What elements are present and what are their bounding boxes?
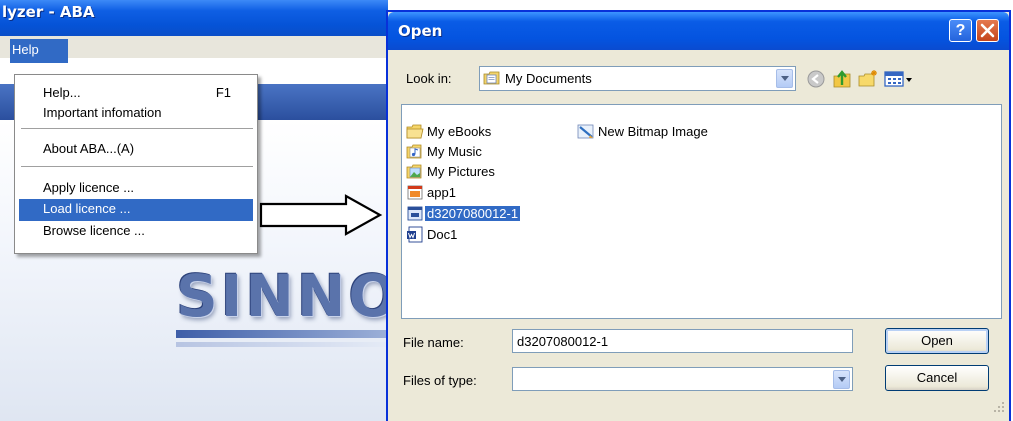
menu-item-label: Browse licence ...: [43, 223, 145, 238]
file-name-input[interactable]: d3207080012-1: [512, 329, 853, 353]
chevron-down-icon[interactable]: [776, 69, 793, 88]
files-of-type-label: Files of type:: [403, 373, 477, 388]
file-item-d3207080012-1[interactable]: d3207080012-1: [406, 204, 566, 224]
dialog-titlebar[interactable]: Open ?: [388, 12, 1009, 50]
file-item-my-ebooks[interactable]: My eBooks: [406, 122, 556, 142]
menu-separator: [21, 166, 253, 167]
menu-item-label: Load licence ...: [43, 201, 131, 216]
app-titlebar[interactable]: lyzer - ABA: [0, 0, 388, 36]
look-in-value: My Documents: [505, 71, 592, 86]
menu-item-label: About ABA...(A): [43, 141, 135, 156]
up-folder-icon[interactable]: [831, 68, 853, 90]
file-name: d3207080012-1: [425, 206, 521, 221]
file-name: My eBooks: [427, 124, 492, 139]
word-document-icon: [407, 226, 423, 243]
views-menu-icon[interactable]: [883, 68, 915, 90]
menu-item-browse-licence[interactable]: Browse licence ...: [19, 221, 253, 241]
folder-icon: [406, 124, 424, 139]
look-in-label: Look in:: [406, 71, 452, 86]
file-item-my-pictures[interactable]: My Pictures: [406, 162, 556, 182]
file-name: My Pictures: [427, 164, 495, 179]
sinno-logo: SINNO: [176, 262, 388, 330]
menu-item-help[interactable]: Help... F1: [19, 83, 253, 103]
menu-item-label: Help...: [43, 85, 81, 100]
open-file-dialog: Open ? Look in: My Documents My eBooks M…: [386, 10, 1011, 421]
file-item-app1[interactable]: app1: [406, 183, 556, 203]
logo-underline-shadow: [176, 342, 388, 347]
data-file-icon: [407, 206, 423, 221]
open-button[interactable]: Open: [885, 328, 989, 354]
file-name: New Bitmap Image: [598, 124, 708, 139]
close-icon: [980, 23, 995, 38]
help-menu-dropdown: Help... F1 Important infomation About AB…: [14, 74, 258, 254]
menu-item-load-licence[interactable]: Load licence ...: [19, 199, 253, 221]
close-button[interactable]: [976, 19, 999, 42]
app-title: lyzer - ABA: [2, 3, 95, 21]
look-in-dropdown[interactable]: My Documents: [479, 66, 796, 91]
menu-item-label: Apply licence ...: [43, 180, 135, 195]
menu-separator: [21, 128, 253, 129]
file-list[interactable]: My eBooks My Music My Pictures app1 d320…: [401, 104, 1002, 319]
music-folder-icon: [406, 144, 422, 159]
screenshot-canvas: lyzer - ABA Help SINNO Help... F1 Import…: [0, 0, 1013, 421]
menu-item-apply-licence[interactable]: Apply licence ...: [19, 178, 253, 198]
bitmap-image-icon: [577, 124, 594, 139]
pictures-folder-icon: [406, 164, 422, 179]
menu-item-label: Important infomation: [43, 105, 162, 120]
my-documents-icon: [483, 71, 500, 85]
file-item-doc1[interactable]: Doc1: [406, 225, 556, 245]
file-name-label: File name:: [403, 335, 464, 350]
help-button[interactable]: ?: [949, 19, 972, 42]
file-name: Doc1: [427, 227, 458, 242]
pointer-arrow-icon: [259, 194, 383, 236]
file-name: app1: [427, 185, 456, 200]
dialog-title: Open: [398, 22, 443, 40]
file-item-new-bitmap-image[interactable]: New Bitmap Image: [577, 122, 777, 142]
app-file-icon: [407, 185, 423, 200]
files-of-type-dropdown[interactable]: [512, 367, 853, 391]
file-item-my-music[interactable]: My Music: [406, 142, 556, 162]
menu-item-about[interactable]: About ABA...(A): [19, 139, 253, 159]
back-icon[interactable]: [805, 68, 827, 90]
menu-help[interactable]: Help: [10, 39, 68, 63]
file-name: My Music: [427, 144, 482, 159]
chevron-down-icon[interactable]: [833, 370, 850, 389]
resize-grip-icon[interactable]: [992, 400, 1006, 414]
logo-underline: [176, 330, 388, 338]
cancel-button[interactable]: Cancel: [885, 365, 989, 391]
menu-item-shortcut: F1: [215, 85, 231, 100]
new-folder-icon[interactable]: [857, 68, 879, 90]
menu-item-important-information[interactable]: Important infomation: [19, 103, 253, 123]
